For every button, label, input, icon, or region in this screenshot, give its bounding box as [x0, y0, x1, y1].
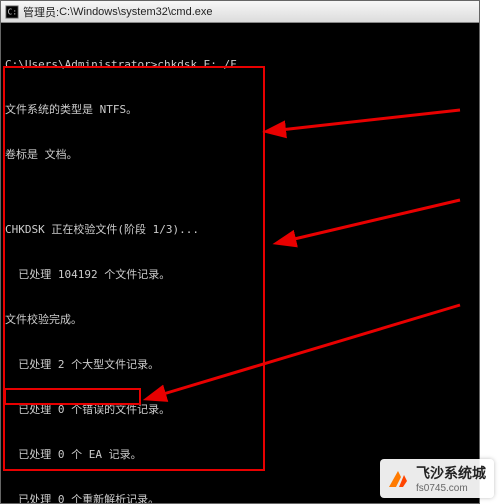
output-line: 文件校验完成。	[5, 312, 475, 327]
output-line: 已处理 2 个大型文件记录。	[5, 357, 475, 372]
console-area[interactable]: C:\Users\Administrator>chkdsk E: /F 文件系统…	[1, 23, 479, 503]
prompt: C:\Users\Administrator>	[5, 58, 157, 71]
output-line: 已处理 104192 个文件记录。	[5, 267, 475, 282]
logo-icon	[386, 467, 410, 491]
title-path: C:\Windows\system32\cmd.exe	[59, 6, 212, 18]
output-line: 卷标是 文档。	[5, 147, 475, 162]
output-line: 已处理 0 个错误的文件记录。	[5, 402, 475, 417]
output-line: 文件系统的类型是 NTFS。	[5, 102, 475, 117]
output-line: CHKDSK 正在校验文件(阶段 1/3)...	[5, 222, 475, 237]
watermark-site: fs0745.com	[416, 483, 486, 494]
cmd-icon: C:	[5, 5, 19, 19]
cmd-window: C: 管理员: C:\Windows\system32\cmd.exe C:\U…	[0, 0, 480, 504]
title-prefix: 管理员:	[23, 4, 59, 20]
watermark: 飞沙系统城 fs0745.com	[380, 459, 494, 498]
command: chkdsk E: /F	[157, 58, 236, 71]
svg-text:C:: C:	[8, 7, 17, 16]
titlebar[interactable]: C: 管理员: C:\Windows\system32\cmd.exe	[1, 1, 479, 23]
watermark-name: 飞沙系统城	[416, 463, 486, 483]
